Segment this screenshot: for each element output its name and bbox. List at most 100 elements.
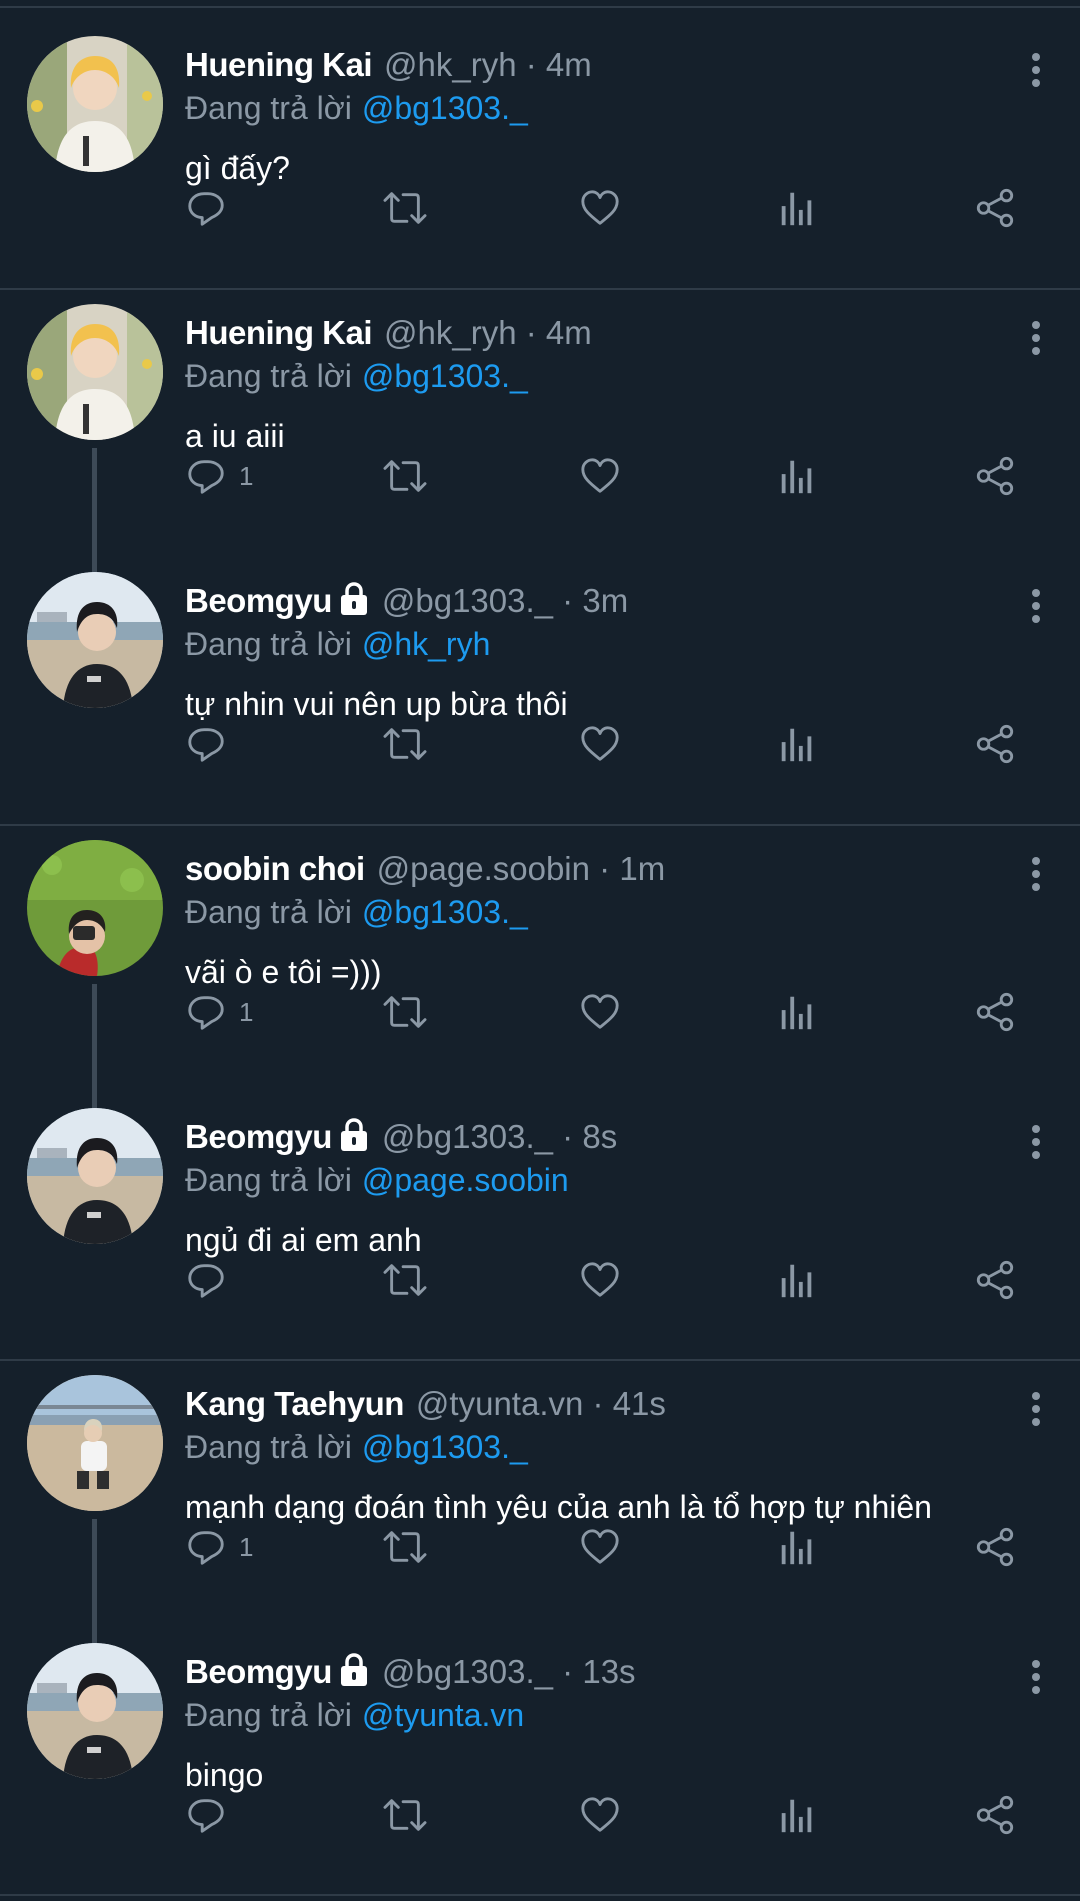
avatar[interactable] [27,1108,163,1244]
tweet-card[interactable]: Huening Kai @hk_ryh · 4m Đang trả lời @bg1… [0,0,1080,268]
more-vertical-icon[interactable] [1030,856,1042,892]
author-name[interactable]: Beomgyu [185,1118,332,1155]
more-vertical-icon[interactable] [1030,52,1042,88]
retweet-button[interactable] [381,1525,429,1569]
like-button[interactable] [579,722,621,766]
mention-link[interactable]: @hk_ryh [362,626,491,662]
timestamp[interactable]: 3m [582,582,628,619]
share-button[interactable] [974,1258,1016,1302]
reply-count: 1 [239,460,254,491]
share-icon [974,187,1016,229]
mention-link[interactable]: @tyunta.vn [362,1697,524,1733]
replying-to: Đang trả lời @bg1303._ [185,892,1020,932]
timestamp[interactable]: 4m [546,46,592,83]
analytics-button[interactable] [776,1525,818,1569]
mention-link[interactable]: @bg1303._ [362,1429,528,1465]
retweet-button[interactable] [381,1793,429,1837]
tweet-card[interactable]: Huening Kai @hk_ryh · 4m Đang trả lời @bg1… [0,268,1080,536]
like-button[interactable] [579,454,621,498]
reply-button[interactable] [185,186,239,230]
timestamp[interactable]: 13s [582,1653,635,1690]
share-button[interactable] [974,454,1016,498]
author-name[interactable]: soobin choi [185,850,365,887]
retweet-button[interactable] [381,722,429,766]
reply-thread-feed: Huening Kai @hk_ryh · 4m Đang trả lời @bg1… [0,0,1080,1901]
retweet-button[interactable] [381,1258,429,1302]
avatar[interactable] [27,1643,163,1779]
share-button[interactable] [974,990,1016,1034]
like-button[interactable] [579,186,621,230]
analytics-button[interactable] [776,1793,818,1837]
lock-icon [338,582,370,616]
heart-icon [579,187,621,229]
replying-label: Đang trả lời [185,1429,352,1465]
timestamp[interactable]: 8s [582,1118,617,1155]
analytics-button[interactable] [776,454,818,498]
timestamp[interactable]: 41s [613,1385,666,1422]
like-button[interactable] [579,1258,621,1302]
author-handle: @page.soobin [376,850,590,887]
reply-button[interactable]: 1 [185,454,253,498]
retweet-icon [381,1794,429,1836]
retweet-button[interactable] [381,990,429,1034]
retweet-icon [381,1526,429,1568]
reply-button[interactable]: 1 [185,990,253,1034]
share-button[interactable] [974,186,1016,230]
reply-button[interactable] [185,1258,239,1302]
retweet-button[interactable] [381,186,429,230]
tweet-card[interactable]: Kang Taehyun @tyunta.vn · 41s Đang trả lờ… [0,1339,1080,1607]
author-name[interactable]: Beomgyu [185,582,332,619]
analytics-button[interactable] [776,990,818,1034]
reply-button[interactable]: 1 [185,1525,253,1569]
share-button[interactable] [974,1793,1016,1837]
mention-link[interactable]: @bg1303._ [362,358,528,394]
reply-button[interactable] [185,1793,239,1837]
avatar[interactable] [27,840,163,976]
thread-divider [0,1894,1080,1896]
timestamp[interactable]: 1m [619,850,665,887]
separator-dot: · [562,1653,574,1690]
more-vertical-icon[interactable] [1030,588,1042,624]
tweet-card[interactable]: soobin choi @page.soobin · 1m Đang trả lờ… [0,804,1080,1072]
author-handle: @hk_ryh [384,314,517,351]
share-button[interactable] [974,1525,1016,1569]
author-handle: @hk_ryh [384,46,517,83]
avatar[interactable] [27,572,163,708]
author-name[interactable]: Huening Kai [185,314,373,351]
author-name[interactable]: Beomgyu [185,1653,332,1690]
tweet-card[interactable]: Beomgyu @bg1303._ · 13s Đang trả lời @tyun… [0,1607,1080,1875]
analytics-button[interactable] [776,722,818,766]
more-vertical-icon[interactable] [1030,320,1042,356]
reply-button[interactable] [185,722,239,766]
more-vertical-icon[interactable] [1030,1124,1042,1160]
share-button[interactable] [974,722,1016,766]
tweet-card[interactable]: Beomgyu @bg1303._ · 8s Đang trả lời @page.… [0,1072,1080,1340]
like-button[interactable] [579,1793,621,1837]
replying-to: Đang trả lời @bg1303._ [185,1427,1020,1467]
separator-dot: · [562,582,574,619]
like-button[interactable] [579,1525,621,1569]
timestamp[interactable]: 4m [546,314,592,351]
avatar[interactable] [27,36,163,172]
tweet-card[interactable]: Beomgyu @bg1303._ · 3m Đang trả lời @hk_ry… [0,536,1080,804]
mention-link[interactable]: @bg1303._ [362,894,528,930]
mention-link[interactable]: @page.soobin [362,1162,569,1198]
analytics-button[interactable] [776,1258,818,1302]
lock-icon [338,1653,370,1687]
reply-icon [185,723,227,765]
mention-link[interactable]: @bg1303._ [362,90,528,126]
retweet-button[interactable] [381,454,429,498]
heart-icon [579,1526,621,1568]
avatar[interactable] [27,1375,163,1511]
share-icon [974,1794,1016,1836]
more-vertical-icon[interactable] [1030,1391,1042,1427]
more-vertical-icon[interactable] [1030,1659,1042,1695]
avatar[interactable] [27,304,163,440]
share-icon [974,1259,1016,1301]
analytics-icon [776,455,818,497]
author-name[interactable]: Huening Kai [185,46,373,83]
like-button[interactable] [579,990,621,1034]
analytics-button[interactable] [776,186,818,230]
author-name[interactable]: Kang Taehyun [185,1385,404,1422]
author-handle: @bg1303._ [381,1118,553,1155]
